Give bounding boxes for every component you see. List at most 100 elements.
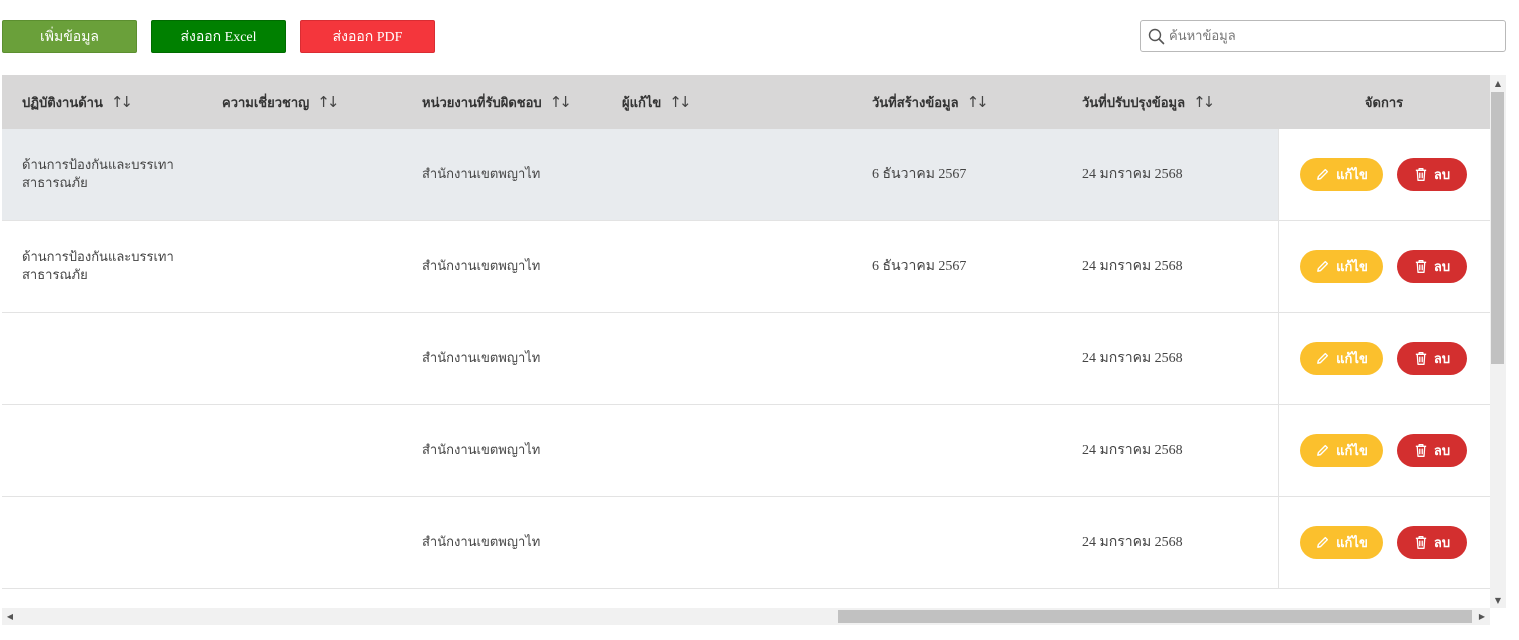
row-cells: ด้านการป้องกันและบรรเทาสาธารณภัย สำนักงาน… <box>2 129 1278 220</box>
edit-button[interactable]: แก้ไข <box>1300 342 1383 375</box>
search-icon <box>1148 28 1165 45</box>
pencil-icon <box>1317 352 1329 364</box>
cell-created-date <box>872 313 1052 404</box>
cell-topic <box>22 497 192 588</box>
column-header-editor[interactable]: ผู้แก้ไข ↑↓ <box>622 75 691 129</box>
column-label: หน่วยงานที่รับผิดชอบ <box>422 95 542 111</box>
edit-label: แก้ไข <box>1336 444 1368 459</box>
pencil-icon <box>1317 260 1329 272</box>
vertical-scroll-thumb[interactable] <box>1491 92 1504 364</box>
data-table: ปฏิบัติงานด้าน ↑↓ ความเชี่ยวชาญ ↑↓ หน่วยงา… <box>2 75 1490 608</box>
scroll-down-arrow-icon[interactable]: ▼ <box>1490 592 1506 608</box>
cell-topic <box>22 313 192 404</box>
horizontal-scrollbar[interactable]: ◀ ▶ <box>2 608 1490 625</box>
row-actions: แก้ไข ลบ <box>1278 497 1490 588</box>
edit-label: แก้ไข <box>1336 536 1368 551</box>
row-actions: แก้ไข ลบ <box>1278 405 1490 496</box>
column-header-created[interactable]: วันที่สร้างข้อมูล ↑↓ <box>872 75 989 129</box>
row-cells: สำนักงานเขตพญาไท 24 มกราคม 2568 <box>2 497 1278 588</box>
cell-updated-date: 24 มกราคม 2568 <box>1082 534 1183 550</box>
edit-button[interactable]: แก้ไข <box>1300 250 1383 283</box>
column-label: ปฏิบัติงานด้าน <box>22 95 103 111</box>
pencil-icon <box>1317 444 1329 456</box>
edit-button[interactable]: แก้ไข <box>1300 434 1383 467</box>
column-header-topic[interactable]: ปฏิบัติงานด้าน ↑↓ <box>22 75 133 129</box>
cell-topic: ด้านการป้องกันและบรรเทาสาธารณภัย <box>22 249 174 283</box>
scroll-left-arrow-icon[interactable]: ◀ <box>2 608 18 625</box>
delete-label: ลบ <box>1433 352 1451 367</box>
export-pdf-button[interactable]: ส่งออก PDF <box>300 20 435 53</box>
trash-icon <box>1415 536 1427 549</box>
sort-icon[interactable]: ↑↓ <box>550 93 572 111</box>
table-row: สำนักงานเขตพญาไท 24 มกราคม 2568 แก้ไข ลบ <box>2 497 1490 589</box>
delete-label: ลบ <box>1433 260 1451 275</box>
edit-button[interactable]: แก้ไข <box>1300 526 1383 559</box>
cell-topic: ด้านการป้องกันและบรรเทาสาธารณภัย <box>22 157 174 191</box>
row-actions: แก้ไข ลบ <box>1278 313 1490 404</box>
delete-label: ลบ <box>1433 168 1451 183</box>
cell-updated-date: 24 มกราคม 2568 <box>1082 258 1183 274</box>
edit-label: แก้ไข <box>1336 352 1368 367</box>
cell-unit: สำนักงานเขตพญาไท <box>422 350 541 366</box>
scroll-right-arrow-icon[interactable]: ▶ <box>1474 608 1490 625</box>
cell-created-date: 6 ธันวาคม 2567 <box>872 258 967 274</box>
scroll-up-arrow-icon[interactable]: ▲ <box>1490 75 1506 91</box>
delete-label: ลบ <box>1433 444 1451 459</box>
cell-unit: สำนักงานเขตพญาไท <box>422 534 541 550</box>
trash-icon <box>1415 260 1427 273</box>
edit-button[interactable]: แก้ไข <box>1300 158 1383 191</box>
sort-icon[interactable]: ↑↓ <box>317 93 339 111</box>
vertical-scrollbar[interactable]: ▲ ▼ <box>1490 75 1506 608</box>
trash-icon <box>1415 352 1427 365</box>
cell-unit: สำนักงานเขตพญาไท <box>422 166 541 182</box>
add-data-button[interactable]: เพิ่มข้อมูล <box>2 20 137 53</box>
sort-icon[interactable]: ↑↓ <box>669 93 691 111</box>
column-label: วันที่สร้างข้อมูล <box>872 95 959 111</box>
cell-unit: สำนักงานเขตพญาไท <box>422 258 541 274</box>
column-header-updated[interactable]: วันที่ปรับปรุงข้อมูล ↑↓ <box>1082 75 1215 129</box>
cell-created-date <box>872 497 1052 588</box>
column-label: จัดการ <box>1364 95 1404 111</box>
toolbar: เพิ่มข้อมูล ส่งออก Excel ส่งออก PDF <box>0 0 1519 70</box>
delete-button[interactable]: ลบ <box>1397 158 1467 191</box>
column-header-unit[interactable]: หน่วยงานที่รับผิดชอบ ↑↓ <box>422 75 572 129</box>
column-label: วันที่ปรับปรุงข้อมูล <box>1082 95 1186 111</box>
pencil-icon <box>1317 536 1329 548</box>
cell-updated-date: 24 มกราคม 2568 <box>1082 442 1183 458</box>
column-label: ความเชี่ยวชาญ <box>222 95 310 111</box>
cell-updated-date: 24 มกราคม 2568 <box>1082 166 1183 182</box>
column-label: ผู้แก้ไข <box>622 95 662 111</box>
delete-button[interactable]: ลบ <box>1397 250 1467 283</box>
edit-label: แก้ไข <box>1336 260 1368 275</box>
cell-unit: สำนักงานเขตพญาไท <box>422 442 541 458</box>
search-input[interactable] <box>1169 21 1499 51</box>
table-row: สำนักงานเขตพญาไท 24 มกราคม 2568 แก้ไข ลบ <box>2 313 1490 405</box>
row-actions: แก้ไข ลบ <box>1278 221 1490 312</box>
row-actions: แก้ไข ลบ <box>1278 129 1490 220</box>
table-header: ปฏิบัติงานด้าน ↑↓ ความเชี่ยวชาญ ↑↓ หน่วยงา… <box>2 75 1490 129</box>
sort-icon[interactable]: ↑↓ <box>111 93 133 111</box>
trash-icon <box>1415 168 1427 181</box>
cell-updated-date: 24 มกราคม 2568 <box>1082 350 1183 366</box>
delete-button[interactable]: ลบ <box>1397 342 1467 375</box>
horizontal-scroll-thumb[interactable] <box>838 610 1472 623</box>
row-cells: สำนักงานเขตพญาไท 24 มกราคม 2568 <box>2 313 1278 404</box>
table-row: ด้านการป้องกันและบรรเทาสาธารณภัย สำนักงาน… <box>2 129 1490 221</box>
table-row: สำนักงานเขตพญาไท 24 มกราคม 2568 แก้ไข ลบ <box>2 405 1490 497</box>
delete-button[interactable]: ลบ <box>1397 434 1467 467</box>
edit-label: แก้ไข <box>1336 168 1368 183</box>
cell-created-date: 6 ธันวาคม 2567 <box>872 166 967 182</box>
delete-button[interactable]: ลบ <box>1397 526 1467 559</box>
cell-created-date <box>872 405 1052 496</box>
export-excel-button[interactable]: ส่งออก Excel <box>151 20 286 53</box>
row-cells: ด้านการป้องกันและบรรเทาสาธารณภัย สำนักงาน… <box>2 221 1278 312</box>
trash-icon <box>1415 444 1427 457</box>
pencil-icon <box>1317 168 1329 180</box>
sort-icon[interactable]: ↑↓ <box>967 93 989 111</box>
column-header-expertise[interactable]: ความเชี่ยวชาญ ↑↓ <box>222 75 339 129</box>
sort-icon[interactable]: ↑↓ <box>1193 93 1215 111</box>
search-box <box>1140 20 1506 52</box>
table-row: ด้านการป้องกันและบรรเทาสาธารณภัย สำนักงาน… <box>2 221 1490 313</box>
row-cells: สำนักงานเขตพญาไท 24 มกราคม 2568 <box>2 405 1278 496</box>
delete-label: ลบ <box>1433 536 1451 551</box>
